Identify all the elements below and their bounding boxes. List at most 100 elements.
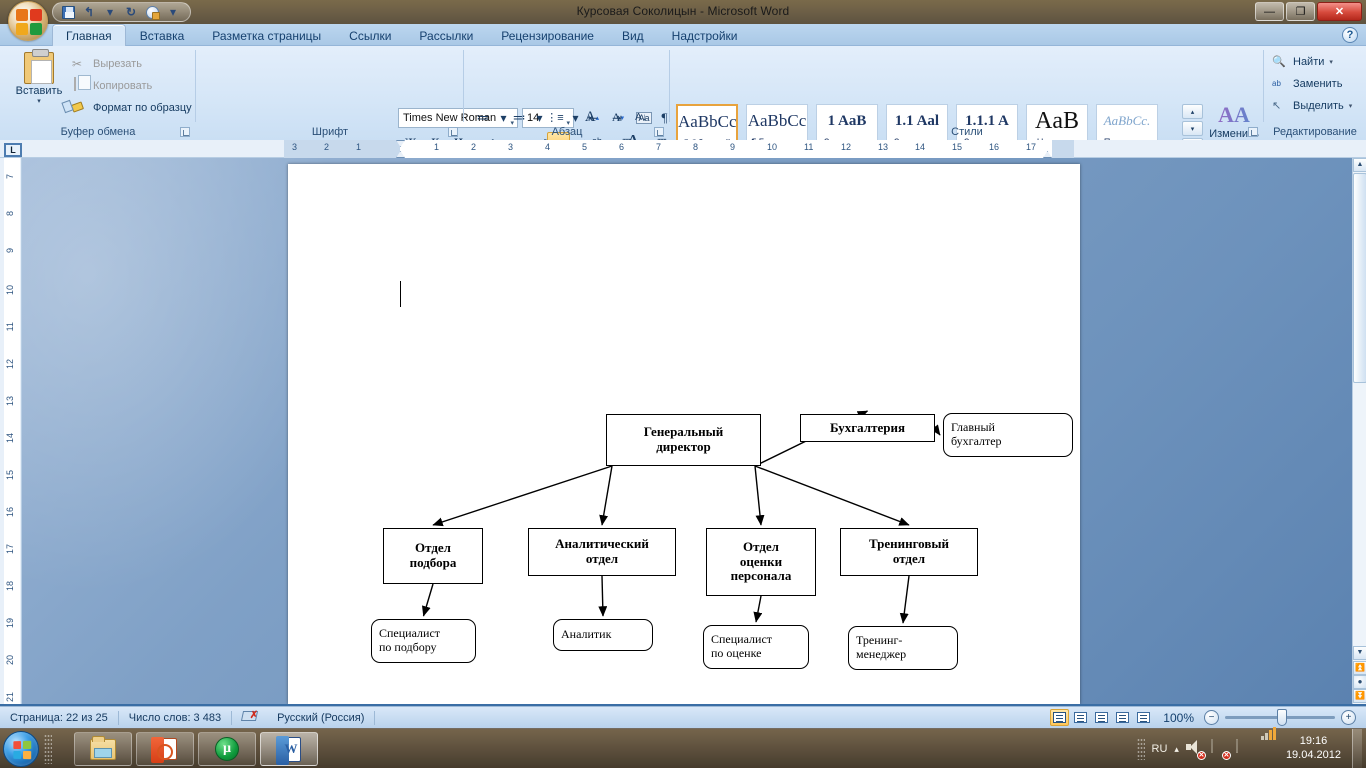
ribbon-tab-0[interactable]: Главная — [52, 24, 126, 46]
ruler-tick: 13 — [878, 142, 889, 152]
view-draft-button[interactable] — [1134, 709, 1153, 726]
find-dropdown-icon[interactable]: ▾ — [1329, 58, 1333, 66]
redo-icon[interactable]: ↻ — [122, 3, 140, 21]
customize-qat-icon[interactable]: ▾ — [164, 3, 182, 21]
network-icon[interactable] — [1260, 727, 1279, 758]
tab-stop-selector[interactable]: L — [4, 143, 22, 157]
proofing-status-icon[interactable] — [232, 705, 267, 729]
ribbon-tab-4[interactable]: Рассылки — [405, 24, 487, 46]
bullets-button[interactable]: ≔ — [472, 107, 494, 128]
taskbar-powerpoint[interactable] — [136, 732, 194, 766]
paragraph-dialog-launcher[interactable] — [654, 127, 664, 137]
word-count[interactable]: Число слов: 3 483 — [119, 707, 231, 729]
ribbon-tab-3[interactable]: Ссылки — [335, 24, 405, 46]
diagram-node-otd-podbor[interactable]: Отдел подбора — [383, 528, 483, 584]
diagram-node-otd-ocenki[interactable]: Отдел оценки персонала — [706, 528, 816, 596]
font-dialog-launcher[interactable] — [448, 127, 458, 137]
zoom-out-button[interactable]: − — [1204, 710, 1219, 725]
view-print-layout-button[interactable] — [1050, 709, 1070, 726]
previous-page-icon[interactable]: ⏫ — [1353, 661, 1366, 675]
diagram-node-gen-dir[interactable]: Генеральный директор — [606, 414, 761, 466]
scroll-thumb[interactable] — [1353, 173, 1366, 383]
office-button[interactable] — [8, 1, 48, 41]
vertical-ruler[interactable]: 7 8 9 10 11 12 13 14 15 16 17 18 19 20 21 — [0, 158, 22, 704]
view-web-layout-button[interactable] — [1092, 709, 1111, 726]
format-painter-button[interactable]: Формат по образцу — [72, 98, 192, 117]
volume-muted-icon[interactable]: ✕ — [1186, 740, 1206, 760]
language-indicator[interactable]: Русский (Россия) — [267, 707, 374, 729]
horizontal-ruler[interactable]: L 3 2 1 1 2 3 4 5 6 7 8 9 10 11 12 13 14 15 16 17 · | · | · | · | · |… — [0, 140, 1366, 158]
diagram-node-spec-ocenka[interactable]: Специалист по оценке — [703, 625, 809, 669]
diagram-node-trening-otd[interactable]: Тренинговый отдел — [840, 528, 978, 576]
show-desktop-button[interactable] — [1352, 729, 1362, 768]
paste-dropdown-icon[interactable]: ▾ — [12, 97, 66, 105]
diagram-node-gl-buh[interactable]: Главный бухгалтер — [943, 413, 1073, 457]
ruler-minor-tick: | — [487, 142, 490, 151]
view-full-screen-reading-button[interactable] — [1071, 709, 1090, 726]
close-button[interactable]: ✕ — [1317, 2, 1362, 21]
cut-button[interactable]: ✂ Вырезать — [72, 54, 142, 73]
show-hidden-icons-button[interactable]: ▴ — [1174, 744, 1179, 755]
print-preview-icon[interactable] — [143, 3, 161, 21]
diagram-node-buh[interactable]: Бухгалтерия — [800, 414, 935, 442]
ribbon: Главная Вставка Разметка страницы Ссылки Рас… — [0, 24, 1366, 156]
clipboard-dialog-launcher[interactable] — [180, 127, 190, 137]
document-page[interactable]: Генеральный директор Бухгалтерия Главный бух… — [288, 164, 1080, 704]
zoom-slider[interactable]: − + — [1204, 709, 1356, 726]
horizontal-ruler-track[interactable]: 3 2 1 1 2 3 4 5 6 7 8 9 10 11 12 13 14 15 16 17 · | · | · | · | · | · |… — [284, 140, 1074, 158]
minimize-button[interactable]: — — [1255, 2, 1284, 21]
taskbar-utorrent[interactable]: µ — [198, 732, 256, 766]
action-center-flag-icon[interactable]: ✕ — [1210, 739, 1231, 760]
page-indicator[interactable]: Страница: 22 из 25 — [0, 707, 118, 729]
start-button[interactable] — [3, 731, 39, 767]
select-browse-object-icon[interactable]: ● — [1353, 675, 1366, 689]
clock[interactable]: 19:16 19.04.2012 — [1286, 735, 1345, 763]
select-button[interactable]: ↖ Выделить ▾ — [1272, 96, 1352, 115]
undo-icon[interactable]: ↰ — [80, 3, 98, 21]
replace-button[interactable]: ab Заменить — [1272, 74, 1342, 93]
view-outline-button[interactable] — [1113, 709, 1132, 726]
copy-button[interactable]: Копировать — [72, 76, 152, 95]
numbering-button[interactable]: ≕ — [508, 107, 530, 128]
diagram-node-analitik[interactable]: Аналитик — [553, 619, 653, 651]
zoom-thumb[interactable] — [1277, 709, 1287, 726]
clipboard-tray-icon[interactable] — [1235, 739, 1254, 758]
diagram-node-spec-podbor[interactable]: Специалист по подбору — [371, 619, 476, 663]
multilevel-list-button[interactable]: ⋮≡ — [544, 107, 566, 128]
zoom-track[interactable] — [1225, 709, 1335, 726]
increase-indent-button[interactable]: ⇥ — [606, 107, 628, 128]
find-button[interactable]: 🔍 Найти ▾ — [1272, 52, 1333, 71]
ruler-minor-tick: · — [928, 142, 931, 151]
decrease-indent-button[interactable]: ⇤ — [582, 107, 604, 128]
ribbon-tab-1[interactable]: Вставка — [126, 24, 199, 46]
ribbon-tab-5[interactable]: Рецензирование — [487, 24, 608, 46]
styles-dialog-launcher[interactable] — [1248, 127, 1258, 137]
tray-grip[interactable] — [1136, 738, 1145, 760]
ribbon-tab-6[interactable]: Вид — [608, 24, 658, 46]
taskbar-word[interactable] — [260, 732, 318, 766]
diagram-node-tren-menedzher[interactable]: Тренинг-менеджер — [848, 626, 958, 670]
undo-dropdown-icon[interactable]: ▾ — [101, 3, 119, 21]
taskbar-grip[interactable] — [44, 734, 52, 764]
styles-scroll-up-button[interactable]: ▴ — [1182, 104, 1203, 119]
scroll-down-icon[interactable]: ▼ — [1353, 646, 1366, 660]
restore-button[interactable]: ❐ — [1286, 2, 1315, 21]
language-tray-indicator[interactable]: RU — [1152, 743, 1168, 755]
ribbon-tab-7[interactable]: Надстройки — [658, 24, 752, 46]
ruler-minor-tick: | — [415, 142, 418, 151]
diagram-node-analit-otd[interactable]: Аналитический отдел — [528, 528, 676, 576]
taskbar-explorer[interactable] — [74, 732, 132, 766]
select-dropdown-icon[interactable]: ▾ — [1349, 102, 1353, 110]
sort-button[interactable]: A↓ — [630, 107, 652, 128]
scroll-up-icon[interactable]: ▲ — [1353, 158, 1366, 172]
document-workspace[interactable]: Генеральный директор Бухгалтерия Главный бух… — [22, 158, 1352, 704]
zoom-level[interactable]: 100% — [1153, 707, 1204, 729]
paste-button[interactable]: Вставить ▾ — [12, 49, 66, 116]
diagram-node-label: Главный бухгалтер — [951, 420, 1002, 448]
ribbon-tab-2[interactable]: Разметка страницы — [198, 24, 335, 46]
save-icon[interactable] — [59, 3, 77, 21]
help-icon[interactable]: ? — [1342, 27, 1358, 43]
zoom-in-button[interactable]: + — [1341, 710, 1356, 725]
next-page-icon[interactable]: ⏬ — [1353, 689, 1366, 703]
vertical-scrollbar[interactable]: ▲ ▼ ⏫ ● ⏬ — [1352, 158, 1366, 704]
